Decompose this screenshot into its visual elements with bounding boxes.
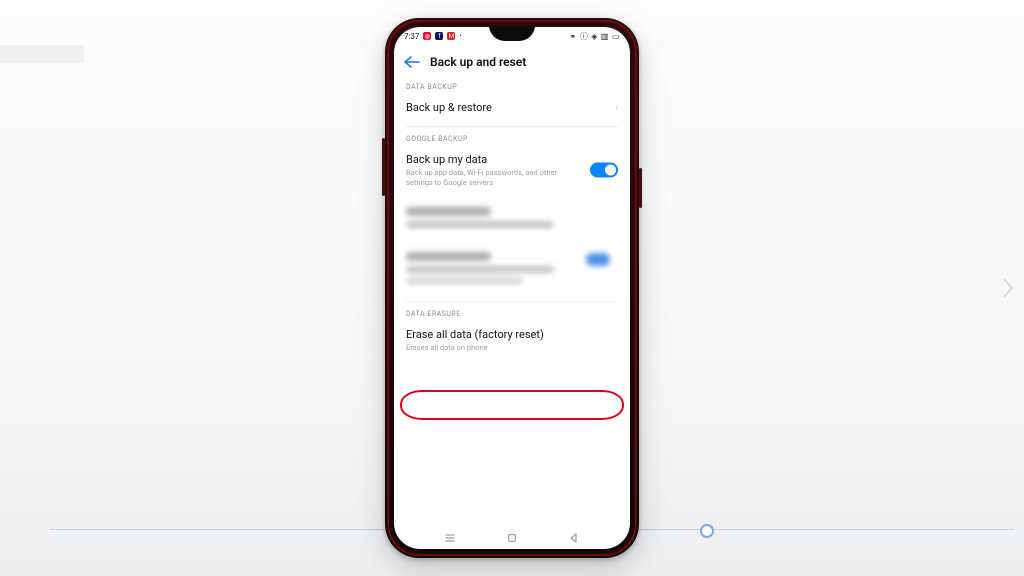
row-backup-restore[interactable]: Back up & restore › bbox=[394, 93, 630, 122]
status-app-icon: ◍ bbox=[423, 32, 431, 40]
row-title: Back up my data bbox=[406, 153, 618, 166]
section-label-data-erasure: DATA ERASURE bbox=[394, 306, 630, 320]
carousel-next-icon[interactable] bbox=[1002, 277, 1014, 299]
row-subtitle: Erases all data on phone bbox=[406, 343, 566, 353]
chevron-right-icon: › bbox=[615, 102, 618, 113]
section-label-data-backup: DATA BACKUP bbox=[394, 79, 630, 93]
page-title: Back up and reset bbox=[430, 55, 526, 69]
redacted-toggle[interactable] bbox=[586, 253, 610, 266]
status-dot-icon: • bbox=[459, 32, 461, 40]
signal-icon: ▥ bbox=[601, 32, 609, 41]
redacted-row-backup-account[interactable] bbox=[394, 196, 630, 241]
bg-panel bbox=[0, 45, 84, 63]
row-title: Erase all data (factory reset) bbox=[406, 328, 618, 341]
row-title: Back up & restore bbox=[406, 101, 618, 114]
nav-home-icon[interactable] bbox=[506, 532, 518, 544]
row-erase-all-data[interactable]: Erase all data (factory reset) Erases al… bbox=[394, 320, 630, 361]
row-backup-my-data[interactable]: Back up my data Back up app data, Wi-Fi … bbox=[394, 145, 630, 196]
section-label-google-backup: GOOGLE BACKUP bbox=[394, 131, 630, 145]
wifi-icon: ◈ bbox=[591, 32, 598, 41]
status-left: 7:37 ◍ f M • bbox=[404, 32, 462, 41]
divider bbox=[406, 126, 618, 127]
status-m-icon: M bbox=[447, 32, 455, 40]
divider bbox=[406, 301, 618, 302]
status-right: ⚭ ⓘ ◈ ▥ ▭ bbox=[570, 31, 620, 42]
toggle-backup-my-data[interactable] bbox=[590, 163, 618, 178]
nav-recent-icon[interactable] bbox=[444, 532, 456, 544]
dnd-icon: ⓘ bbox=[580, 31, 589, 42]
app-header: Back up and reset bbox=[394, 45, 630, 79]
status-fb-icon: f bbox=[435, 32, 443, 40]
annotation-highlight bbox=[400, 390, 624, 420]
android-nav-bar bbox=[394, 527, 630, 549]
back-arrow-icon[interactable] bbox=[404, 56, 420, 68]
phone-screen: 7:37 ◍ f M • ⚭ ⓘ ◈ ▥ ▭ Back up and reset… bbox=[394, 27, 630, 549]
volume-button bbox=[382, 138, 385, 196]
battery-icon: ▭ bbox=[612, 32, 620, 41]
row-subtitle: Back up app data, Wi-Fi passwords, and o… bbox=[406, 168, 566, 188]
redacted-row-automatic-restore[interactable] bbox=[394, 241, 630, 297]
phone-mockup: 7:37 ◍ f M • ⚭ ⓘ ◈ ▥ ▭ Back up and reset… bbox=[385, 18, 639, 558]
phone-shadow bbox=[412, 558, 612, 574]
status-time: 7:37 bbox=[404, 32, 419, 41]
nav-back-icon[interactable] bbox=[568, 532, 580, 544]
power-button bbox=[639, 168, 642, 208]
bluetooth-icon: ⚭ bbox=[570, 32, 577, 41]
